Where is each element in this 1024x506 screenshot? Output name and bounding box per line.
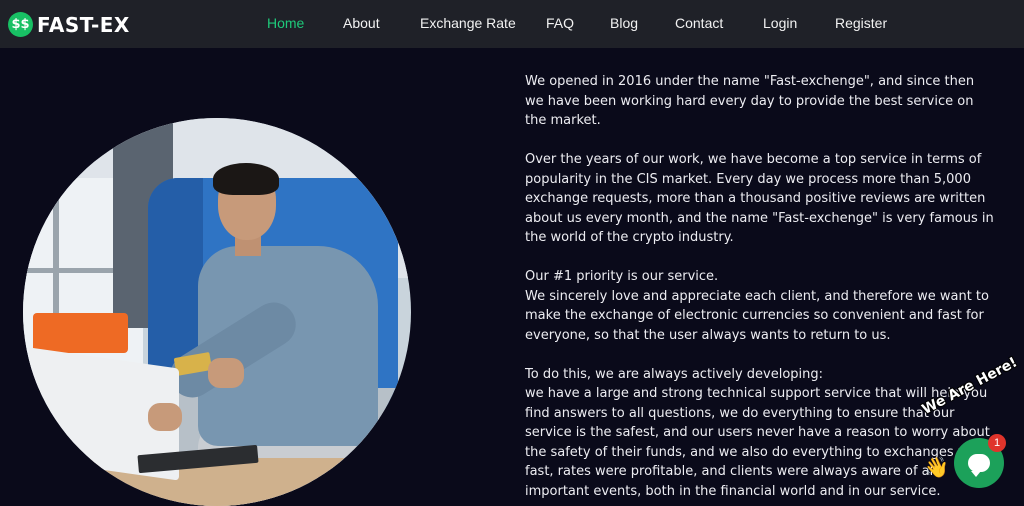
nav-contact[interactable]: Contact — [675, 15, 723, 31]
top-navbar: $$ FAST-EX Home About Exchange Rate FAQ … — [0, 0, 1024, 48]
about-paragraph: Over the years of our work, we have beco… — [525, 152, 994, 245]
about-paragraph: Our #1 priority is our service. — [525, 269, 719, 284]
site-logo[interactable]: $$ FAST-EX — [8, 12, 130, 37]
nav-home[interactable]: Home — [267, 15, 304, 31]
nav-login[interactable]: Login — [763, 15, 797, 31]
nav-about[interactable]: About — [343, 15, 380, 31]
nav-register[interactable]: Register — [835, 15, 887, 31]
nav-blog[interactable]: Blog — [610, 15, 638, 31]
dollar-exchange-icon: $$ — [8, 12, 33, 37]
about-text: We opened in 2016 under the name "Fast-e… — [525, 72, 995, 501]
about-paragraph: To do this, we are always actively devel… — [525, 366, 824, 382]
nav-faq[interactable]: FAQ — [546, 15, 574, 31]
waving-hand-icon: 👋 — [924, 455, 949, 479]
chat-notification-badge: 1 — [988, 434, 1006, 452]
chat-bubble-icon — [968, 454, 990, 477]
nav-exchange-rate[interactable]: Exchange Rate — [420, 15, 516, 31]
about-paragraph: We opened in 2016 under the name "Fast-e… — [525, 74, 975, 128]
brand-name: FAST-EX — [37, 12, 130, 37]
about-paragraph: We sincerely love and appreciate each cl… — [525, 288, 989, 343]
about-photo — [23, 118, 411, 506]
